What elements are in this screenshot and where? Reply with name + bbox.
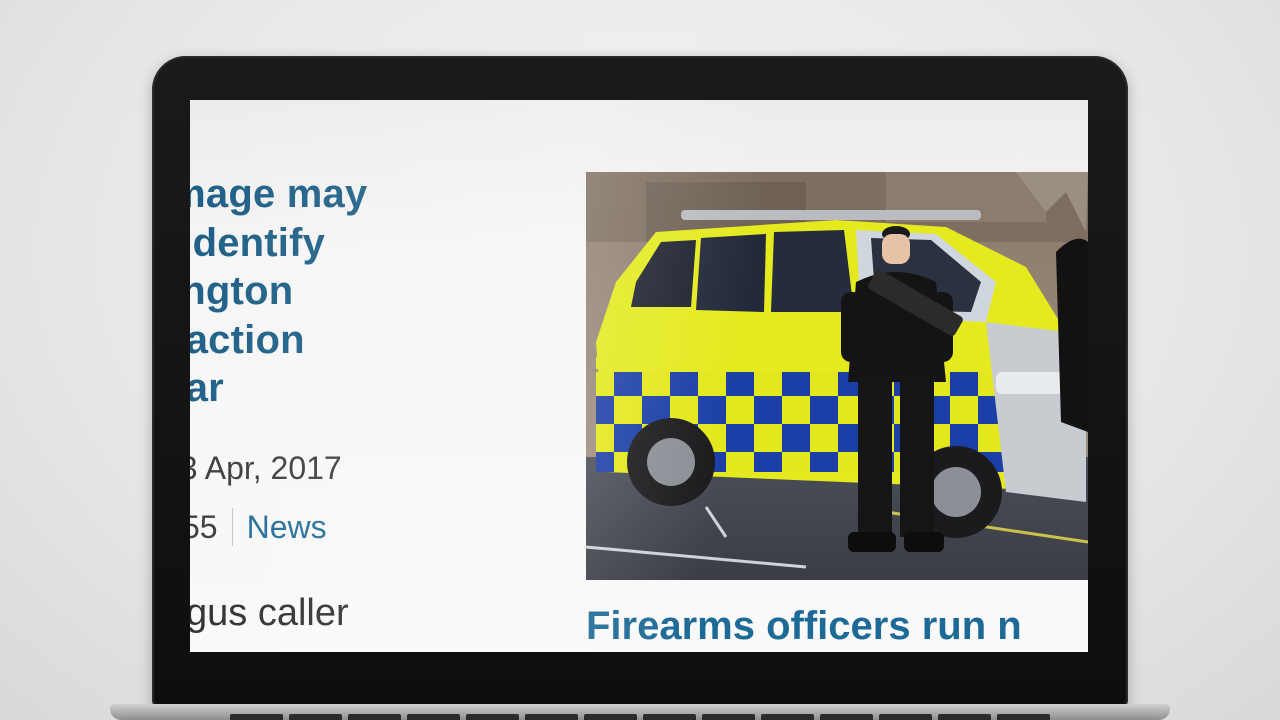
police-officer-photo — [586, 172, 1088, 580]
comment-count: 55 — [190, 508, 218, 545]
keyboard-keys — [230, 714, 1050, 720]
article-headline-link[interactable]: t image may lp identify stington stracti… — [190, 170, 474, 413]
article-photo-police-car[interactable] — [586, 172, 1088, 580]
category-link-news[interactable]: News — [247, 509, 327, 546]
next-article-teaser[interactable]: gus caller — [190, 592, 349, 635]
article-meta: 55 News — [190, 507, 327, 547]
meta-divider — [231, 508, 233, 546]
article-title-link[interactable]: Firearms officers run n — [586, 604, 1088, 649]
laptop-screen: t image may lp identify stington stracti… — [190, 100, 1088, 652]
article-date: 03 Apr, 2017 — [190, 450, 342, 486]
